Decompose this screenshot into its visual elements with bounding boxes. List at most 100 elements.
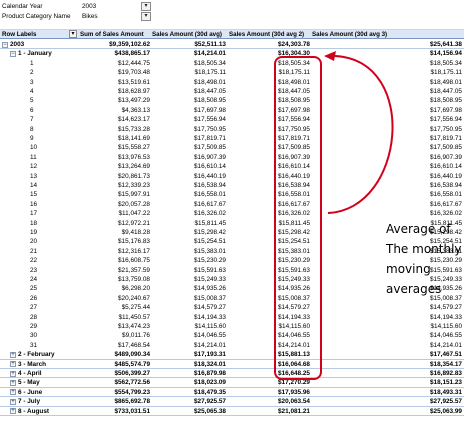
- expand-icon[interactable]: +: [10, 408, 16, 415]
- value-cell: $18,023.09: [194, 379, 226, 387]
- row-label: 1 - January: [18, 50, 52, 58]
- value-cell: $14,935.26: [278, 285, 310, 293]
- value-cell: $16,440.19: [430, 172, 462, 180]
- row-label: 29: [30, 323, 38, 330]
- row-label: 30: [30, 332, 38, 340]
- row-label: 28: [30, 313, 38, 321]
- row-label: 7 - July: [18, 398, 41, 406]
- value-cell: $9,359,102.62: [109, 41, 150, 48]
- table-row: 12 $13,264.69 $16,610.14 $16,610.14 $16,610.…: [0, 162, 464, 171]
- value-cell: $14,115.60: [278, 323, 310, 330]
- value-cell: $9,011.76: [122, 332, 150, 340]
- value-cell: $15,249.33: [278, 276, 310, 283]
- column-header-row-labels[interactable]: Row Labels: [2, 31, 36, 38]
- row-label: 14: [30, 182, 38, 189]
- row-label: 2: [30, 69, 34, 77]
- annotation-text: Average of The monthly moving averages: [386, 219, 462, 299]
- value-cell: $489,090.34: [114, 351, 150, 359]
- value-cell: $485,574.79: [114, 360, 150, 368]
- value-cell: $17,935.96: [278, 388, 310, 396]
- value-cell: $15,230.29: [278, 257, 310, 265]
- value-cell: $17,509.85: [430, 144, 462, 152]
- value-cell: $733,031.51: [114, 407, 150, 415]
- row-labels-dropdown-icon[interactable]: ▾: [69, 30, 77, 38]
- table-row: 27 $5,275.44 $14,579.27 $14,579.27 $14,579.2…: [0, 303, 464, 312]
- row-label: 12: [30, 163, 38, 171]
- expand-icon[interactable]: +: [10, 398, 16, 405]
- row-label: 20: [30, 238, 38, 246]
- value-cell: $14,623.17: [118, 116, 150, 124]
- value-cell: $16,440.19: [194, 172, 226, 180]
- value-cell: $865,692.78: [114, 398, 150, 406]
- table-row: 4 $18,628.97 $18,447.05 $18,447.05 $18,447.0…: [0, 87, 464, 96]
- row-label: 3 - March: [18, 360, 47, 368]
- value-cell: $16,610.14: [278, 163, 310, 171]
- expand-icon[interactable]: +: [10, 389, 16, 396]
- value-cell: $14,214.01: [430, 341, 462, 349]
- value-cell: $16,538.94: [278, 182, 310, 189]
- value-cell: $14,046.55: [430, 332, 462, 340]
- value-cell: $18,479.35: [194, 388, 226, 396]
- value-cell: $18,505.34: [278, 59, 310, 67]
- value-cell: $5,275.44: [121, 304, 150, 312]
- value-cell: $16,610.14: [430, 163, 462, 171]
- value-cell: $17,819.71: [430, 135, 462, 142]
- expand-icon[interactable]: +: [10, 351, 16, 358]
- value-cell: $18,324.01: [194, 360, 226, 368]
- value-cell: $17,556.94: [194, 116, 226, 124]
- value-cell: $14,046.55: [278, 332, 310, 340]
- table-row: 17 $11,047.22 $16,326.02 $16,326.02 $16,326.…: [0, 209, 464, 218]
- value-cell: $14,935.26: [194, 285, 226, 293]
- value-cell: $18,508.95: [194, 97, 226, 105]
- value-cell: $17,468.54: [118, 341, 150, 349]
- value-cell: $18,447.05: [430, 88, 462, 95]
- filter-dropdown-icon[interactable]: ▾: [141, 1, 151, 11]
- value-cell: $16,617.67: [194, 200, 226, 208]
- value-cell: $14,115.60: [430, 323, 462, 330]
- value-cell: $11,047.22: [118, 210, 150, 218]
- value-cell: $17,697.98: [194, 106, 226, 114]
- table-row: 11 $13,976.53 $16,907.39 $16,907.39 $16,907.…: [0, 153, 464, 162]
- value-cell: $15,176.83: [118, 238, 150, 246]
- value-cell: $52,511.13: [194, 41, 226, 48]
- value-cell: $21,357.59: [118, 266, 150, 274]
- value-cell: $12,339.23: [118, 182, 150, 189]
- value-cell: $18,447.05: [194, 88, 226, 95]
- expand-icon[interactable]: +: [10, 379, 16, 386]
- column-header-30d-avg[interactable]: Sales Amount (30d avg): [152, 31, 222, 38]
- expand-icon[interactable]: +: [10, 370, 16, 377]
- value-cell: $13,264.69: [118, 163, 150, 171]
- row-label: 3: [30, 78, 34, 86]
- table-row: 2 $19,703.48 $18,175.11 $18,175.11 $18,175.1…: [0, 68, 464, 77]
- value-cell: $14,579.27: [194, 304, 226, 312]
- value-cell: $24,303.78: [278, 41, 310, 48]
- value-cell: $17,750.95: [430, 125, 462, 133]
- column-header-30d-avg-3[interactable]: Sales Amount (30d avg 3): [312, 31, 387, 38]
- expand-icon[interactable]: +: [10, 361, 16, 368]
- filter-label: Calendar Year: [2, 2, 43, 10]
- collapse-icon[interactable]: −: [10, 50, 16, 57]
- value-cell: $15,008.37: [278, 294, 310, 302]
- value-cell: $16,892.83: [430, 370, 462, 377]
- value-cell: $18,628.97: [118, 88, 150, 95]
- filter-value: 2003: [82, 2, 97, 10]
- value-cell: $14,214.01: [194, 341, 226, 349]
- value-cell: $16,558.01: [278, 191, 310, 199]
- table-row: 30 $9,011.76 $14,046.55 $14,046.55 $14,046.5…: [0, 331, 464, 340]
- filter-dropdown-icon[interactable]: ▾: [141, 11, 151, 21]
- value-cell: $17,467.51: [430, 351, 462, 359]
- column-header-sum[interactable]: Sum of Sales Amount: [80, 31, 144, 38]
- value-cell: $18,151.23: [430, 379, 462, 387]
- value-cell: $13,519.61: [118, 78, 150, 86]
- value-cell: $14,579.27: [278, 304, 310, 312]
- table-row-month: +4 - April $506,399.27 $16,879.98 $16,648.2…: [0, 369, 464, 379]
- row-label: 18: [30, 219, 38, 227]
- column-header-30d-avg-2[interactable]: Sales Amount (30d avg 2): [229, 31, 304, 38]
- table-row: 13 $20,861.73 $16,440.19 $16,440.19 $16,440.…: [0, 172, 464, 181]
- table-row: 10 $15,558.27 $17,509.85 $17,509.85 $17,509.…: [0, 143, 464, 152]
- row-label: 5: [30, 97, 34, 105]
- value-cell: $17,509.85: [194, 144, 226, 152]
- value-cell: $13,759.08: [118, 276, 150, 283]
- collapse-icon[interactable]: −: [2, 41, 8, 48]
- table-row: 14 $12,339.23 $16,538.94 $16,538.94 $16,538.…: [0, 181, 464, 190]
